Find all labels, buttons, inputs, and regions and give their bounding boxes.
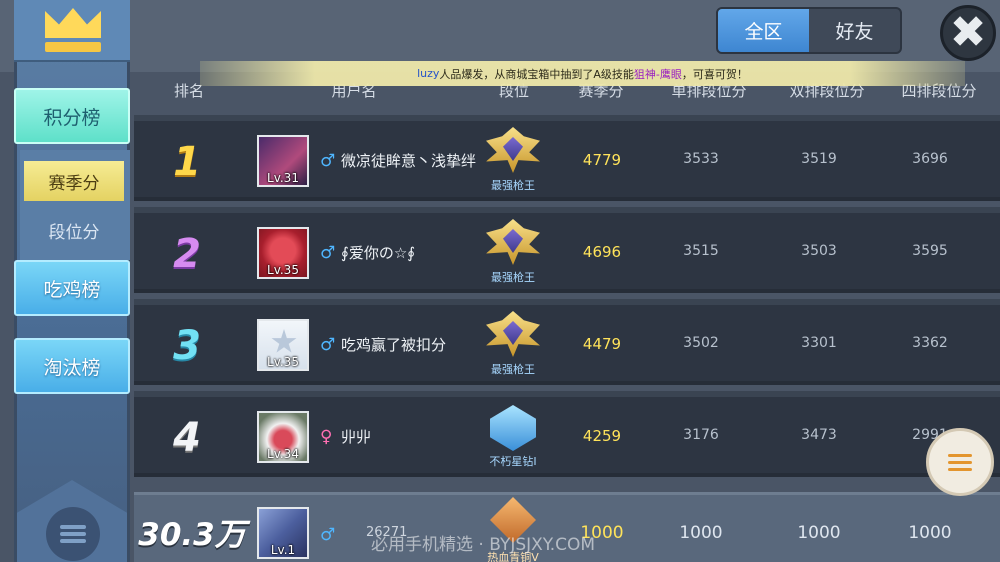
crown-header bbox=[14, 0, 130, 62]
my-avatar[interactable]: Lv.1 bbox=[257, 507, 309, 559]
rank-number: 1 bbox=[173, 139, 201, 185]
quad-score: 3362 bbox=[912, 335, 948, 351]
season-score: 4779 bbox=[582, 151, 622, 169]
tab-all-region[interactable]: 全区 bbox=[718, 9, 809, 52]
notice-player: luzy bbox=[417, 67, 440, 80]
home-menu-button[interactable] bbox=[46, 507, 100, 561]
rank-number: 3 bbox=[173, 323, 201, 369]
avatar[interactable]: Lv.31 bbox=[257, 135, 309, 187]
level-label: Lv.35 bbox=[267, 263, 299, 277]
double-score: 3301 bbox=[801, 335, 837, 351]
season-score: 4259 bbox=[582, 427, 622, 445]
tier-label: 不朽星钻I bbox=[489, 455, 537, 468]
male-icon: ♂ bbox=[320, 243, 336, 263]
level-label: Lv.1 bbox=[270, 543, 296, 557]
season-score: 4479 bbox=[582, 335, 622, 353]
male-icon: ♂ bbox=[320, 525, 336, 545]
single-score: 3176 bbox=[683, 427, 719, 443]
crown-icon bbox=[42, 6, 102, 54]
quad-score: 3595 bbox=[912, 243, 948, 259]
leaderboard-row[interactable]: 4 Lv.34 ♀ 丱丱 不朽星钻I 4259 3176 3473 2991 bbox=[134, 391, 1000, 477]
season-score: 4696 bbox=[582, 243, 622, 261]
rank-number: 4 bbox=[173, 415, 201, 461]
leaderboard-row[interactable]: 3 Lv.35 ♂ 吃鸡赢了被扣分 最强枪王 4479 3502 3301 33… bbox=[134, 299, 1000, 385]
player-name: 丱丱 bbox=[341, 428, 372, 446]
close-button[interactable]: ✖ bbox=[940, 5, 996, 61]
male-icon: ♂ bbox=[320, 335, 336, 355]
player-name: 吃鸡赢了被扣分 bbox=[341, 336, 447, 354]
my-single-score: 1000 bbox=[679, 523, 723, 543]
close-icon: ✖ bbox=[949, 7, 987, 58]
tier-label: 最强枪王 bbox=[491, 179, 535, 192]
notice-skill: 狙神-鹰眼 bbox=[633, 67, 682, 81]
avatar[interactable]: Lv.35 bbox=[257, 227, 309, 279]
level-label: Lv.34 bbox=[267, 447, 299, 461]
single-score: 3515 bbox=[683, 243, 719, 259]
double-score: 3503 bbox=[801, 243, 837, 259]
watermark-text: 必用手机精选 · BYJSJXY.COM bbox=[371, 535, 596, 555]
tier-label: 最强枪王 bbox=[491, 271, 535, 284]
single-score: 3533 bbox=[683, 151, 719, 167]
tab-chicken-board[interactable]: 吃鸡榜 bbox=[14, 260, 130, 316]
avatar[interactable]: Lv.34 bbox=[257, 411, 309, 463]
tab-score-board[interactable]: 积分榜 bbox=[14, 88, 130, 144]
male-icon: ♂ bbox=[320, 151, 336, 171]
female-icon: ♀ bbox=[320, 427, 333, 447]
my-rank: 30.3万 bbox=[138, 517, 246, 553]
tab-elimination-board[interactable]: 淘汰榜 bbox=[14, 338, 130, 394]
level-label: Lv.31 bbox=[267, 171, 299, 185]
double-score: 3473 bbox=[801, 427, 837, 443]
my-quad-score: 1000 bbox=[908, 523, 952, 543]
subtab-season-score[interactable]: 赛季分 bbox=[24, 161, 124, 201]
avatar[interactable]: Lv.35 bbox=[257, 319, 309, 371]
scope-tabs: 全区 好友 bbox=[716, 7, 902, 54]
notice-text-2: ，可喜可贺！ bbox=[681, 67, 748, 81]
subtab-tier-score[interactable]: 段位分 bbox=[24, 210, 124, 250]
leaderboard-row[interactable]: 2 Lv.35 ♂ ∮爱你の☆∮ 最强枪王 4696 3515 3503 359… bbox=[134, 207, 1000, 293]
my-double-score: 1000 bbox=[797, 523, 841, 543]
quad-score: 3696 bbox=[912, 151, 948, 167]
leaderboard-row[interactable]: 1 Lv.31 ♂ 微凉徒眸意丶浅挚绊 最强枪王 4779 3533 3519 … bbox=[134, 115, 1000, 201]
notice-banner: luzy 人品爆发，从商城宝箱中抽到了A级技能 狙神-鹰眼 ，可喜可贺！ bbox=[200, 61, 965, 86]
tier-label: 最强枪王 bbox=[491, 363, 535, 376]
level-label: Lv.35 bbox=[267, 355, 299, 369]
double-score: 3519 bbox=[801, 151, 837, 167]
tab-friends[interactable]: 好友 bbox=[809, 9, 900, 52]
single-score: 3502 bbox=[683, 335, 719, 351]
tier-badge-icon bbox=[490, 405, 536, 451]
player-name: 微凉徒眸意丶浅挚绊 bbox=[341, 152, 477, 170]
rank-number: 2 bbox=[173, 231, 201, 277]
notice-text-1: 人品爆发，从商城宝箱中抽到了A级技能 bbox=[439, 67, 634, 81]
player-name: ∮爱你の☆∮ bbox=[341, 244, 416, 262]
floating-menu-button[interactable] bbox=[926, 428, 994, 496]
